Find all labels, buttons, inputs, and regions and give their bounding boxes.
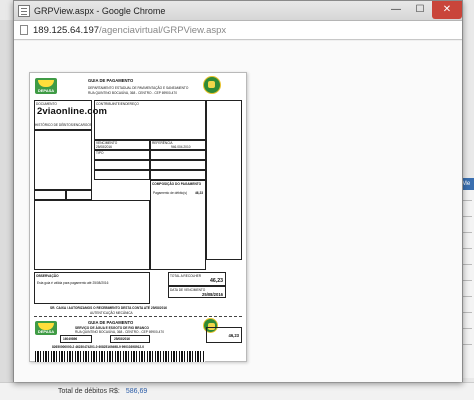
side-panel-row[interactable] [462,248,472,249]
url-path: /agenciavirtual/GRPView.aspx [99,24,227,36]
side-panel-row[interactable] [462,312,472,313]
close-button[interactable]: ✕ [432,0,462,19]
side-panel-row[interactable] [462,296,472,297]
background-left-strip [0,20,14,382]
state-seal-icon [203,76,221,94]
side-panel-row[interactable] [462,328,472,329]
autentica-line: SR. CAIXA / AUTORIZAMOS O RECEBIMENTO DE… [50,306,167,310]
tipo-box-2 [150,150,206,160]
field-box-c [94,170,150,180]
header-line-1: DEPARTAMENTO ESTADUAL DE PAVIMENTAÇÃO E … [88,86,189,90]
total-box: TOTAL A RECOLHER 46,23 [168,272,226,286]
total-value: 46,23 [210,278,223,284]
linha-digitavel: 82650000000-2 46230474201-0 60825169498-… [52,345,144,349]
stub-doc-box: 16049896 [60,335,92,343]
side-panel-row[interactable] [462,264,472,265]
side-panel-row[interactable] [462,200,472,201]
maximize-button[interactable]: ☐ [408,1,432,19]
right-column-box [206,100,242,260]
address-bar[interactable]: 189.125.64.197/agenciavirtual/GRPView.as… [14,21,462,40]
page-icon [20,25,28,35]
stub-date-box: 25/08/2016 [110,335,150,343]
data-vencimento-value: 25/08/2016 [202,292,223,297]
observacao-text: Esta guia é válida para pagamento até 25… [37,281,109,285]
window-title: GRPView.aspx - Google Chrome [34,5,166,16]
total-debitos-value[interactable]: 586,69 [126,388,147,395]
depasa-logo: DEPASA [35,78,57,94]
side-panel-row[interactable] [462,216,472,217]
page-favicon-icon [18,4,30,17]
small-box-1 [34,190,66,200]
autentica-sub: AUTENTICAÇÃO MECÂNICA [90,311,133,315]
historico-label: HISTÓRICO DE DÉBITOS/ENCARGOS [35,123,92,127]
stub-title: GUIA DE PAGAMENTO [88,320,134,325]
url-host: 189.125.64.197 [33,24,100,36]
vencimento-box: VENCIMENTO 25/08/2016 [94,140,150,150]
field-box-a [94,160,150,170]
total-debitos-label: Total de débitos R$: [58,388,120,395]
cut-line [34,316,242,317]
logo-water-icon [38,80,54,87]
stub-total-box: 46,23 [206,327,242,343]
vencimento-date: 25/08/2016 [96,145,112,149]
side-panel-row[interactable] [462,232,472,233]
stub-depasa-logo: DEPASA [35,321,57,335]
side-panel-row[interactable] [462,280,472,281]
field-box-b [150,160,206,170]
stub-line-2: RUA QUINTINO BOCAIÚVA, 368 - CENTRO - CE… [75,330,164,334]
header-line-2: RUA QUINTINO BOCAIÚVA, 368 - CENTRO - CE… [88,91,177,95]
pagamento-value: 46,23 [195,191,203,195]
browser-popup-window: GRPView.aspx - Google Chrome — ☐ ✕ 189.1… [13,0,463,382]
document-title: GUIA DE PAGAMENTO [88,78,134,83]
observacao-box: OBSERVAÇÃO Esta guia é válida para pagam… [34,272,150,304]
field-box-d [150,170,206,180]
small-box-2 [66,190,92,200]
window-titlebar[interactable]: GRPView.aspx - Google Chrome — ☐ ✕ [14,0,462,21]
barcode [35,351,205,362]
composicao-box: COMPOSIÇÃO DO PAGAMENTO Pagamento de déb… [150,180,206,270]
referencia-box: REFERÊNCIA 946.004.2010 [150,140,206,150]
tipo-box: TIPO [94,150,150,160]
contribuinte-box: CONTRIBUINTE/ENDEREÇO [94,100,206,140]
payment-guide-document: DEPASA GUIA DE PAGAMENTO DEPARTAMENTO ES… [29,72,247,362]
page-viewport: DEPASA GUIA DE PAGAMENTO DEPARTAMENTO ES… [14,41,462,382]
referencia-value: 946.004.2010 [171,145,191,149]
minimize-button[interactable]: — [384,1,408,19]
total-debitos-footer: Total de débitos R$: 586,69 [0,382,474,400]
pagamento-label: Pagamento de débito(s) [153,191,188,195]
data-vencimento-box: DATA DE VENCIMENTO 25/08/2016 [168,286,226,298]
window-controls: — ☐ ✕ [384,0,462,21]
empty-main-box [34,200,150,270]
historico-box [34,130,92,190]
side-panel-row[interactable] [462,344,472,345]
